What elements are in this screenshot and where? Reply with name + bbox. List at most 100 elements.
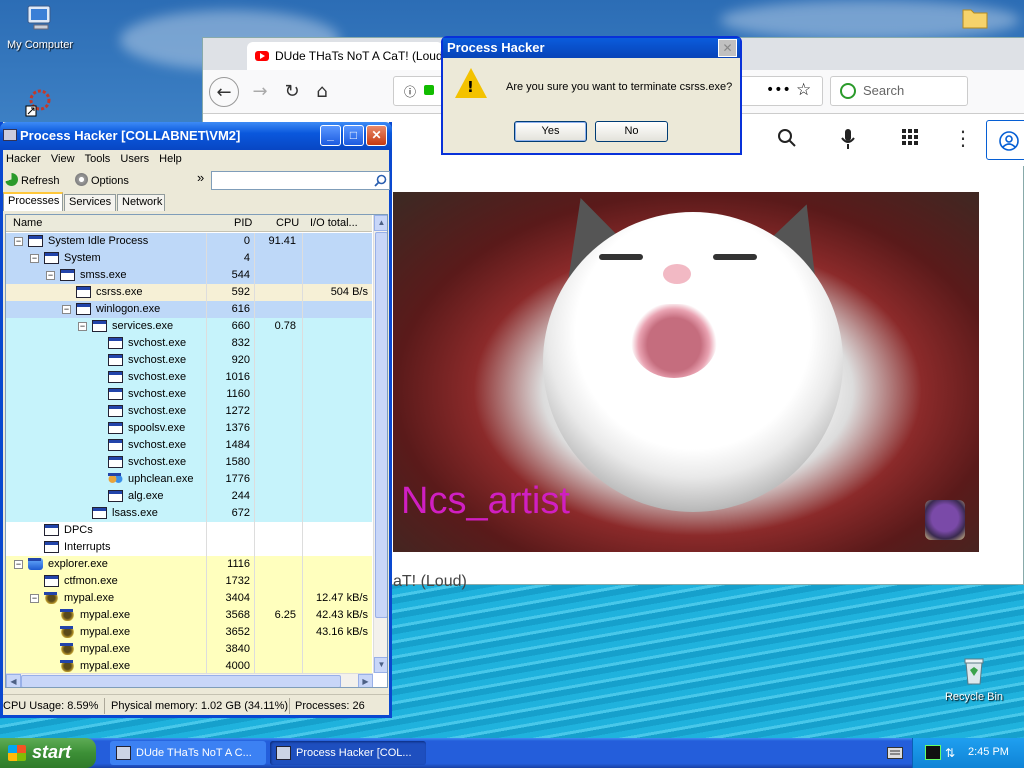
table-row[interactable]: − System 4	[6, 250, 372, 267]
collapse-toggle-icon[interactable]: −	[30, 254, 39, 263]
horizontal-scrollbar[interactable]: ◀ ▶	[6, 673, 373, 687]
horizontal-scroll-thumb[interactable]	[21, 675, 341, 687]
scroll-down-icon[interactable]: ▼	[374, 657, 387, 673]
table-row[interactable]: mypal.exe 3652 43.16 kB/s	[6, 624, 372, 641]
channel-avatar[interactable]	[925, 500, 965, 540]
account-button[interactable]	[986, 120, 1024, 160]
menu-users[interactable]: Users	[117, 150, 153, 165]
column-cpu[interactable]: CPU	[276, 217, 299, 229]
home-icon[interactable]: ⌂	[307, 77, 337, 107]
clock[interactable]: 2:45 PM	[968, 746, 1009, 758]
tab-network[interactable]: Network	[117, 194, 165, 211]
process-monitor-tray-icon[interactable]	[925, 745, 941, 760]
more-icon[interactable]: •••	[766, 82, 791, 98]
tab-processes[interactable]: Processes	[3, 192, 63, 211]
table-row[interactable]: − mypal.exe 3404 12.47 kB/s	[6, 590, 372, 607]
taskbar-item-browser[interactable]: DUde THaTs NoT A C...	[110, 741, 266, 765]
options-button[interactable]: Options	[75, 173, 129, 187]
kebab-menu-icon[interactable]: ⋮	[953, 128, 973, 148]
forward-arrow-icon[interactable]: →	[245, 77, 275, 107]
folder-icon[interactable]	[961, 6, 989, 30]
refresh-button[interactable]: Refresh	[5, 173, 60, 187]
start-button[interactable]: start	[0, 738, 96, 768]
table-row[interactable]: − explorer.exe 1116	[6, 556, 372, 573]
search-icon[interactable]	[777, 128, 797, 148]
table-row[interactable]: − smss.exe 544	[6, 267, 372, 284]
table-row[interactable]: svchost.exe 920	[6, 352, 372, 369]
table-row[interactable]: Interrupts	[6, 539, 372, 556]
menu-hacker[interactable]: Hacker	[3, 150, 45, 165]
winlogon-icon	[76, 303, 91, 315]
vertical-scroll-thumb[interactable]	[375, 232, 387, 618]
table-row[interactable]: − winlogon.exe 616	[6, 301, 372, 318]
column-name[interactable]: Name	[13, 217, 42, 229]
process-list[interactable]: Name PID CPU I/O total... − System Idle P…	[5, 214, 388, 688]
my-computer-shortcut[interactable]: My Computer	[0, 4, 80, 51]
table-row[interactable]: mypal.exe 3568 6.25 42.43 kB/s	[6, 607, 372, 624]
search-icon[interactable]	[374, 174, 387, 187]
table-row[interactable]: svchost.exe 832	[6, 335, 372, 352]
process-pid: 1116	[227, 558, 250, 570]
recycle-bin-shortcut[interactable]: Recycle Bin	[934, 656, 1014, 703]
column-io[interactable]: I/O total...	[310, 217, 358, 229]
table-row[interactable]: svchost.exe 1272	[6, 403, 372, 420]
table-row[interactable]: − services.exe 660 0.78	[6, 318, 372, 335]
scroll-left-icon[interactable]: ◀	[6, 674, 21, 687]
vertical-scrollbar[interactable]: ▲ ▼	[373, 215, 387, 673]
microphone-icon[interactable]	[841, 128, 855, 150]
network-tray-icon[interactable]: ⇅	[945, 746, 955, 760]
table-row[interactable]: svchost.exe 1580	[6, 454, 372, 471]
process-io: 12.47 kB/s	[316, 592, 368, 604]
collapse-toggle-icon[interactable]: −	[62, 305, 71, 314]
bookmark-star-icon[interactable]: ☆	[796, 80, 811, 100]
collapse-toggle-icon[interactable]: −	[30, 594, 39, 603]
collapse-toggle-icon[interactable]: −	[46, 271, 55, 280]
apps-grid-icon[interactable]	[901, 128, 919, 146]
window-title-bar[interactable]: Process Hacker [COLLABNET\VM2] _ □ ✕	[0, 122, 392, 150]
maximize-icon[interactable]: □	[343, 125, 364, 146]
table-row[interactable]: svchost.exe 1484	[6, 437, 372, 454]
shortcut-flower-icon[interactable]	[24, 86, 56, 118]
process-io: 43.16 kB/s	[316, 626, 368, 638]
close-icon[interactable]: ✕	[718, 39, 737, 57]
keyboard-icon[interactable]	[887, 747, 903, 759]
table-row[interactable]: uphclean.exe 1776	[6, 471, 372, 488]
yes-button[interactable]: Yes	[514, 121, 587, 142]
taskbar-item-process-hacker[interactable]: Process Hacker [COL...	[270, 741, 426, 765]
column-pid[interactable]: PID	[234, 217, 252, 229]
close-icon[interactable]: ✕	[366, 125, 387, 146]
table-row[interactable]: − System Idle Process 0 91.41	[6, 233, 372, 250]
collapse-toggle-icon[interactable]: −	[14, 560, 23, 569]
table-row[interactable]: csrss.exe 592 504 B/s	[6, 284, 372, 301]
table-row[interactable]: ctfmon.exe 1732	[6, 573, 372, 590]
table-row[interactable]: mypal.exe 3840	[6, 641, 372, 658]
menu-tools[interactable]: Tools	[82, 150, 115, 165]
table-row[interactable]: DPCs	[6, 522, 372, 539]
menu-view[interactable]: View	[48, 150, 79, 165]
scroll-up-icon[interactable]: ▲	[374, 215, 387, 231]
process-window-icon	[108, 354, 123, 366]
table-row[interactable]: spoolsv.exe 1376	[6, 420, 372, 437]
video-player[interactable]: Ncs_artist	[393, 192, 979, 552]
collapse-toggle-icon[interactable]: −	[78, 322, 87, 331]
reload-icon[interactable]: ↻	[277, 77, 307, 107]
collapse-toggle-icon[interactable]: −	[14, 237, 23, 246]
info-icon[interactable]: ⓘ	[404, 83, 416, 100]
toolbar-overflow[interactable]: »	[197, 170, 204, 185]
process-name: smss.exe	[80, 269, 127, 281]
no-button[interactable]: No	[595, 121, 668, 142]
table-row[interactable]: lsass.exe 672	[6, 505, 372, 522]
back-arrow-icon[interactable]: ←	[209, 77, 239, 107]
browser-tab[interactable]: DUde THaTs NoT A CaT! (Loud)	[247, 42, 443, 70]
search-input[interactable]: Search	[830, 76, 968, 106]
menu-help[interactable]: Help	[156, 150, 186, 165]
table-row[interactable]: alg.exe 244	[6, 488, 372, 505]
table-row[interactable]: svchost.exe 1016	[6, 369, 372, 386]
minimize-icon[interactable]: _	[320, 125, 341, 146]
menu-bar: Hacker View Tools Users Help	[3, 150, 389, 170]
scroll-right-icon[interactable]: ▶	[358, 674, 373, 687]
filter-input[interactable]	[211, 171, 390, 190]
search-engine-icon	[840, 83, 856, 99]
tab-services[interactable]: Services	[64, 194, 116, 211]
table-row[interactable]: svchost.exe 1160	[6, 386, 372, 403]
